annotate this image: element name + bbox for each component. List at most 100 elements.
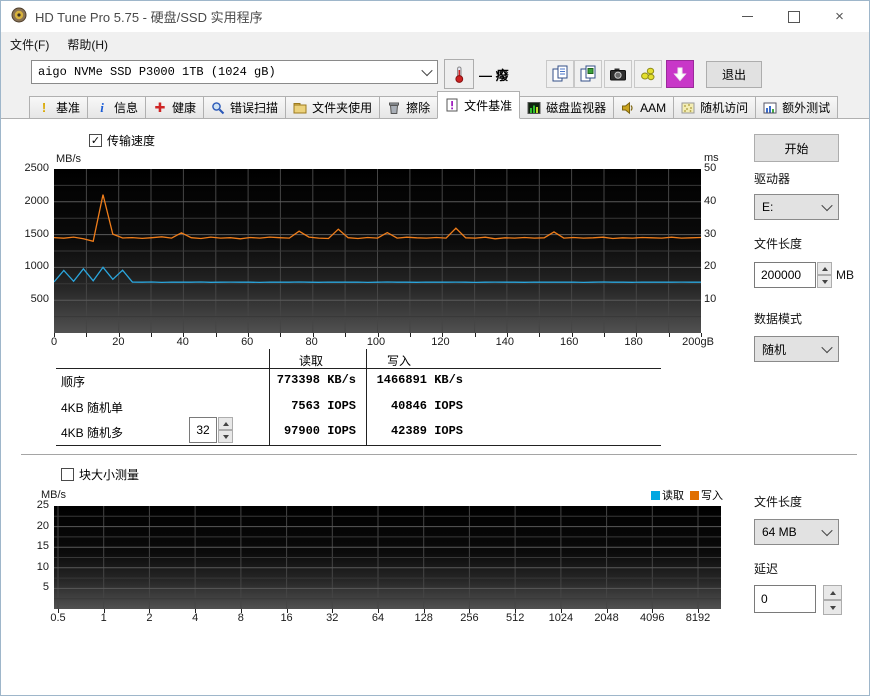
tab-disk-monitor[interactable]: 磁盘监视器 [519,96,614,118]
screenshot-button[interactable] [604,60,632,88]
chart2-tick-mark [698,609,699,613]
tab-health[interactable]: ✚健康 [145,96,204,118]
temperature-button[interactable] [444,59,474,89]
triangle-down-icon [223,435,229,439]
chart1-tick-mark [539,333,540,337]
chart1-tick-mark [216,333,217,337]
menu-help[interactable]: 帮助(H) [58,32,117,56]
row-4k-single-label: 4KB 随机单 [61,399,123,416]
close-button[interactable]: × [817,1,862,32]
drive-select-combobox[interactable]: aigo NVMe SSD P3000 1TB (1024 gB) [31,60,438,84]
chart1-x-tick-label: 40 [155,336,211,349]
checkbox-label: 块大小测量 [79,466,139,483]
download-button[interactable] [666,60,694,88]
chart1-tick-mark [183,333,184,337]
file-length-unit: MB [836,268,854,282]
tab-file-benchmark[interactable]: 文件基准 [437,91,520,119]
random-single-read-value: 7563 IOPS [271,399,356,413]
copy-text-icon [551,65,569,83]
delay-up-button[interactable] [823,585,842,600]
chart1-y-tick-label: 1500 [5,228,49,241]
data-mode-dropdown[interactable]: 随机 [754,336,839,362]
tab-info[interactable]: i信息 [87,96,146,118]
spin-up-button[interactable] [817,262,832,275]
tab-random-access[interactable]: 随机访问 [673,96,756,118]
sequential-write-value: 1466891 KB/s [368,373,463,387]
transfer-speed-checkbox[interactable]: ✓ 传输速度 [89,132,155,149]
chevron-down-icon [821,342,832,353]
table-divider [366,349,367,445]
maximize-icon [788,11,800,23]
chart2-y-tick-label: 5 [5,581,49,594]
chart2-x-tick-label: 1024 [537,612,585,625]
tab-erase[interactable]: 擦除 [379,96,438,118]
file-length-input[interactable]: 200000 [754,262,816,288]
chart2-tick-mark [104,609,105,613]
spin-up-button[interactable] [218,417,233,430]
spin-down-button[interactable] [218,430,233,443]
drive-dropdown-value: E: [762,200,773,214]
tab-benchmark[interactable]: !基准 [29,96,88,118]
legend-item: 写入 [690,487,723,503]
chart2-x-tick-label: 8 [217,612,265,625]
chart2-x-tick-label: 16 [263,612,311,625]
chart1-right-tick-label: 40 [704,195,734,208]
camera-icon [609,65,627,83]
block-size-chart [54,506,721,609]
block-file-length-dropdown[interactable]: 64 MB [754,519,839,545]
table-header-read: 读取 [271,352,351,369]
random-multi-write-value: 42389 IOPS [368,424,463,438]
chart2-tick-mark [149,609,150,613]
delay-down-button[interactable] [823,600,842,615]
checkbox-box: ✓ [89,134,102,147]
chart2-legend: 读取 写入 [561,487,723,503]
random-multi-read-value: 97900 IOPS [271,424,356,438]
chart1-left-axis-unit: MB/s [56,153,81,165]
chart2-tick-mark [241,609,242,613]
block-file-length-label: 文件长度 [754,493,802,510]
tab-aam[interactable]: AAM [613,96,674,118]
chart1-x-tick-label: 20 [90,336,146,349]
spin-down-button[interactable] [817,275,832,288]
chart2-tick-mark [469,609,470,613]
minimize-icon [742,16,753,17]
chart1-y-tick-label: 2500 [5,162,49,175]
chart2-x-tick-label: 4096 [628,612,676,625]
delay-input[interactable]: 0 [754,585,816,613]
start-button[interactable]: 开始 [754,134,839,162]
copy-text-button[interactable] [546,60,574,88]
chart1-tick-mark [119,333,120,337]
block-size-checkbox[interactable]: 块大小测量 [61,466,139,483]
tab-error-scan[interactable]: 错误扫描 [203,96,286,118]
drive-dropdown[interactable]: E: [754,194,839,220]
triangle-down-icon [822,280,828,284]
file-length-spinner[interactable] [817,262,832,288]
triangle-down-icon [830,606,836,610]
tab-folder-usage[interactable]: 文件夹使用 [285,96,380,118]
copy-image-button[interactable] [574,60,602,88]
speaker-icon [621,101,635,115]
legend-item: 读取 [651,487,684,503]
minimize-button[interactable] [725,1,770,32]
chart1-tick-mark [442,333,443,337]
table-bottom-rule [56,445,661,446]
chart2-x-tick-label: 8192 [674,612,722,625]
chart1-tick-mark [54,333,55,337]
chart1-x-tick-label: 60 [219,336,275,349]
chart1-right-tick-label: 10 [704,293,734,306]
app-icon [11,7,27,26]
maximize-button[interactable] [771,1,816,32]
queue-depth-spinner[interactable]: 32 [189,417,233,443]
legend-label: 写入 [701,487,723,503]
chart1-right-axis-unit: ms [704,152,719,164]
tab-extra-tests[interactable]: 额外测试 [755,96,838,118]
menu-file[interactable]: 文件(F) [1,32,58,56]
chart2-x-tick-label: 2048 [583,612,631,625]
chart1-tick-mark [378,333,379,337]
chart2-tick-mark [515,609,516,613]
folder-icon [293,101,307,115]
data-mode-label: 数据模式 [754,310,802,327]
exit-button[interactable]: 退出 [706,61,762,88]
tab-strip: !基准 i信息 ✚健康 错误扫描 文件夹使用 擦除 文件基准 磁盘监视器 AAM… [1,93,869,119]
save-results-button[interactable] [634,60,662,88]
